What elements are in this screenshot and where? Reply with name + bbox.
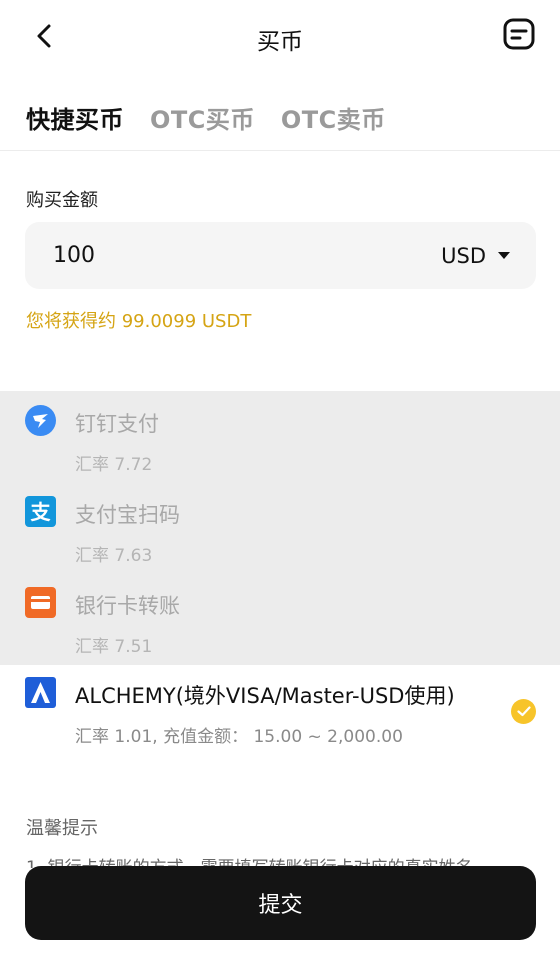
payment-method-rate: 汇率 7.72 — [75, 455, 153, 475]
top-bar: 买币 — [0, 0, 560, 72]
tab-otc-buy[interactable]: OTC买币 — [150, 100, 255, 135]
amount-field: USD — [25, 222, 536, 289]
currency-value: USD — [441, 243, 486, 268]
alchemy-icon — [25, 677, 56, 708]
amount-label: 购买金额 — [26, 190, 98, 211]
divider — [0, 150, 560, 151]
payment-method-rate: 汇率 7.63 — [75, 546, 153, 566]
currency-select[interactable]: USD — [441, 222, 510, 289]
alipay-icon: 支 — [25, 496, 56, 527]
payment-method-name: 银行卡转账 — [75, 594, 180, 618]
tips-label: 温馨提示 — [26, 818, 98, 839]
payment-method-rate: 汇率 1.01, 充值金额： 15.00 ~ 2,000.00 — [75, 727, 403, 747]
tab-otc-sell[interactable]: OTC卖币 — [281, 100, 386, 135]
estimate-text: 您将获得约 99.0099 USDT — [26, 311, 252, 332]
svg-text:支: 支 — [31, 500, 52, 524]
payment-method-name: 支付宝扫码 — [75, 503, 180, 527]
submit-button[interactable]: 提交 — [25, 866, 536, 940]
payment-method-name: ALCHEMY(境外VISA/Master-USD使用) — [75, 684, 455, 708]
disabled-methods-section: 钉钉支付 汇率 7.72 支 支付宝扫码 汇率 7.63 银行卡转账 汇率 7.… — [0, 391, 560, 665]
payment-method-name: 钉钉支付 — [75, 412, 159, 436]
amount-input[interactable] — [53, 222, 353, 289]
caret-down-icon — [498, 252, 510, 259]
bank-card-icon — [25, 587, 56, 618]
dingtalk-icon — [25, 405, 56, 436]
orders-button[interactable] — [502, 17, 536, 51]
payment-method-rate: 汇率 7.51 — [75, 637, 153, 657]
selected-check-icon — [511, 699, 536, 724]
tab-quick-buy[interactable]: 快捷买币 — [26, 100, 124, 135]
page-title: 买币 — [257, 29, 303, 55]
tab-bar: 快捷买币 OTC买币 OTC卖币 — [26, 100, 386, 135]
orders-list-icon — [503, 18, 535, 50]
